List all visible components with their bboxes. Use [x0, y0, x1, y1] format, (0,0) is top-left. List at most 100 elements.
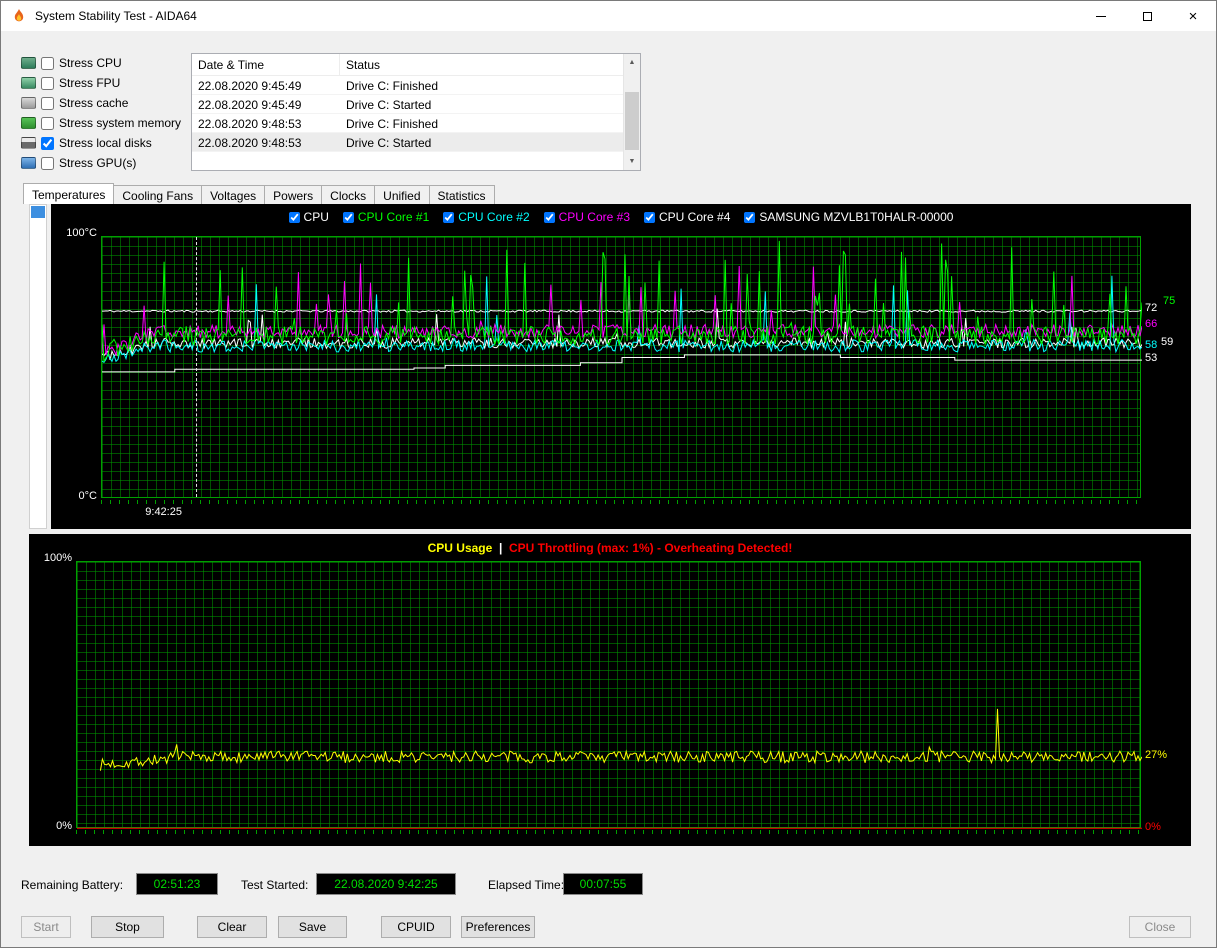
stress-option-checkbox-memory[interactable] [41, 116, 54, 130]
scroll-up-icon[interactable]: ▲ [624, 54, 640, 71]
temp-scale-slider-thumb[interactable] [31, 206, 45, 218]
series-value-label: 27% [1145, 748, 1168, 761]
series-value-label: 58 [1145, 339, 1158, 352]
legend-checkbox[interactable] [543, 211, 555, 223]
maximize-button[interactable] [1124, 1, 1170, 31]
save-button[interactable]: Save [278, 916, 347, 938]
disk-icon [21, 137, 36, 149]
elapsed-time-value: 00:07:55 [563, 873, 643, 895]
app-window: System Stability Test - AIDA64 × Stress … [0, 0, 1217, 948]
cell-status: Drive C: Finished [346, 79, 439, 93]
scroll-down-icon[interactable]: ▼ [624, 153, 640, 170]
temperature-plot [101, 236, 1142, 498]
cell-status: Drive C: Finished [346, 117, 439, 131]
temp-scale-slider[interactable] [29, 204, 47, 529]
legend-label: CPU Core #2 [458, 210, 530, 224]
tab-bar: Temperatures Cooling Fans Voltages Powers Cl… [21, 183, 1191, 204]
legend-item-samsung-mzvlb1t0halr-00000[interactable]: SAMSUNG MZVLB1T0HALR-00000 [744, 210, 953, 224]
status-footer: Remaining Battery: 02:51:23 Test Started… [21, 854, 1191, 916]
cell-datetime: 22.08.2020 9:48:53 [198, 136, 302, 150]
stress-option-label: Stress CPU [59, 56, 122, 70]
cell-status: Drive C: Started [346, 98, 432, 112]
maximize-icon [1142, 11, 1152, 21]
gpu-icon [21, 157, 36, 169]
window-title: System Stability Test - AIDA64 [35, 9, 197, 23]
legend-checkbox[interactable] [744, 211, 756, 223]
legend-checkbox[interactable] [342, 211, 354, 223]
test-started-label: Test Started: [241, 878, 309, 892]
stress-option-checkbox-cache[interactable] [41, 96, 54, 110]
legend-item-cpu-core-1[interactable]: CPU Core #1 [342, 210, 429, 224]
elapsed-time-label: Elapsed Time: [488, 878, 565, 892]
tab-clocks[interactable]: Clocks [321, 185, 376, 204]
preferences-button[interactable]: Preferences [461, 916, 535, 938]
close-icon: × [1188, 7, 1198, 25]
close-button[interactable]: Close [1129, 916, 1191, 938]
cell-datetime: 22.08.2020 9:45:49 [198, 79, 302, 93]
cpu-usage-chart-title: CPU Usage | CPU Throttling (max: 1%) - O… [29, 541, 1191, 555]
column-header-datetime[interactable]: Date & Time [192, 54, 340, 75]
stress-option-label: Stress system memory [59, 116, 182, 130]
close-window-button[interactable]: × [1170, 1, 1216, 31]
legend-item-cpu-core-2[interactable]: CPU Core #2 [443, 210, 530, 224]
content: Stress CPU Stress FPU Stress cache Stress s… [1, 31, 1216, 938]
app-flame-icon [14, 9, 24, 22]
remaining-battery-label: Remaining Battery: [21, 878, 124, 892]
stress-option-checkbox-fpu[interactable] [41, 76, 54, 90]
series-value-label: 66 [1145, 318, 1158, 331]
legend-checkbox[interactable] [644, 211, 655, 223]
legend-item-cpu-core-3[interactable]: CPU Core #3 [543, 210, 630, 224]
legend-label: CPU [303, 210, 329, 224]
stress-option-cpu[interactable]: Stress CPU [21, 53, 191, 73]
legend-item-cpu[interactable]: CPU [288, 210, 329, 224]
legend-checkbox[interactable] [443, 211, 455, 223]
tab-statistics[interactable]: Statistics [428, 185, 495, 204]
stop-button[interactable]: Stop [91, 916, 164, 938]
table-row[interactable]: 22.08.2020 9:45:49 Drive C: Finished [192, 76, 623, 95]
y-axis-min-label: 0°C [78, 490, 97, 502]
event-log-table[interactable]: Date & Time Status 22.08.2020 9:45:49 Dri… [191, 53, 641, 171]
stress-option-gpu[interactable]: Stress GPU(s) [21, 153, 191, 173]
tab-voltages[interactable]: Voltages [201, 185, 266, 204]
table-row[interactable]: 22.08.2020 9:48:53 Drive C: Finished [192, 114, 623, 133]
table-row[interactable]: 22.08.2020 9:48:53 Drive C: Started [192, 133, 623, 152]
clear-button[interactable]: Clear [197, 916, 267, 938]
cpu-usage-series [77, 708, 1142, 829]
start-button[interactable]: Start [21, 916, 71, 938]
legend-label: CPU Core #4 [659, 210, 731, 224]
tab-cooling-fans[interactable]: Cooling Fans [113, 185, 203, 204]
scrollbar-thumb[interactable] [625, 92, 639, 150]
test-started-value: 22.08.2020 9:42:25 [316, 873, 456, 895]
stress-option-checkbox-disks[interactable] [41, 136, 54, 150]
y-axis-max-label: 100°C [66, 227, 97, 239]
button-row: Start Stop Clear Save CPUID Preferences Close [21, 916, 1191, 938]
tab-powers[interactable]: Powers [264, 185, 323, 204]
series-value-label: 72 [1145, 302, 1158, 315]
legend-item-cpu-core-4[interactable]: CPU Core #4 [644, 210, 730, 224]
temperature-chart-row: CPU CPU Core #1 CPU Core #2 CPU Core #3 CPU … [21, 204, 1191, 529]
stress-option-checkbox-cpu[interactable] [41, 56, 54, 70]
legend-label: SAMSUNG MZVLB1T0HALR-00000 [759, 210, 954, 224]
legend-checkbox[interactable] [288, 211, 300, 223]
tab-temperatures[interactable]: Temperatures [23, 183, 115, 204]
table-row[interactable]: 22.08.2020 9:45:49 Drive C: Started [192, 95, 623, 114]
cell-datetime: 22.08.2020 9:48:53 [198, 117, 302, 131]
stress-options: Stress CPU Stress FPU Stress cache Stress s… [21, 53, 191, 173]
cpu-usage-plot [76, 561, 1142, 829]
minimize-button[interactable] [1078, 1, 1124, 31]
series-value-label: 59 [1161, 336, 1174, 349]
column-header-status[interactable]: Status [340, 54, 640, 75]
cpuid-button[interactable]: CPUID [381, 916, 451, 938]
remaining-battery-value: 02:51:23 [136, 873, 218, 895]
stress-option-fpu[interactable]: Stress FPU [21, 73, 191, 93]
table-scrollbar[interactable]: ▲ ▼ [623, 54, 640, 170]
stress-option-disks[interactable]: Stress local disks [21, 133, 191, 153]
stress-option-memory[interactable]: Stress system memory [21, 113, 191, 133]
stress-option-checkbox-gpu[interactable] [41, 156, 54, 170]
memory-icon [21, 117, 36, 129]
stress-option-cache[interactable]: Stress cache [21, 93, 191, 113]
temperature-legend: CPU CPU Core #1 CPU Core #2 CPU Core #3 CPU … [51, 210, 1191, 224]
tab-unified[interactable]: Unified [374, 185, 430, 204]
minimize-icon [1096, 15, 1106, 17]
series-value-label: 75 [1163, 294, 1176, 307]
